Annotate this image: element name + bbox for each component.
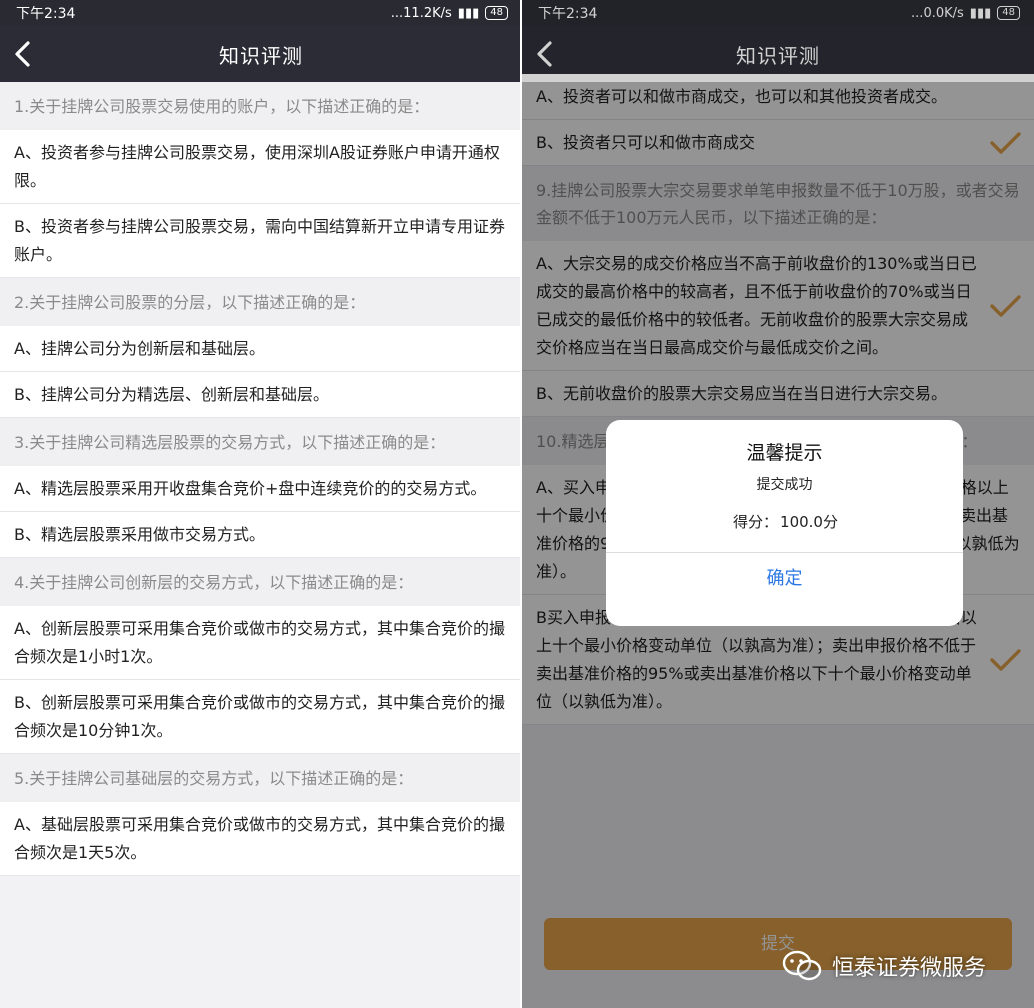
question-text: 5.关于挂牌公司基础层的交易方式，以下描述正确的是： <box>0 754 522 802</box>
nav-bar: 知识评测 <box>0 26 522 82</box>
answer-option[interactable]: A、基础层股票可采用集合竞价或做市的交易方式，其中集合竞价的撮合频次是1天5次。 <box>0 802 522 876</box>
network-speed: ...11.2K/s <box>390 5 452 21</box>
question-label: 3.关于挂牌公司精选层股票的交易方式，以下描述正确的是： <box>14 433 446 452</box>
question-text: 4.关于挂牌公司创新层的交易方式，以下描述正确的是： <box>0 558 522 606</box>
alert-dialog: 温馨提示 提交成功 得分： 100.0分 确定 <box>606 420 963 626</box>
score-value: 100.0分 <box>780 513 838 531</box>
right-screen: 下午2:34 ...0.0K/s ▮▮▮ 48 知识评测 A、投资者可以和做市商… <box>522 0 1034 1008</box>
option-label: A、创新层股票可采用集合竞价或做市的交易方式，其中集合竞价的撮合频次是1小时1次… <box>14 619 505 666</box>
question-label: 5.关于挂牌公司基础层的交易方式，以下描述正确的是： <box>14 769 414 788</box>
page-title: 知识评测 <box>219 43 303 68</box>
left-screen: 下午2:34 ...11.2K/s ▮▮▮ 48 知识评测 1.关于挂牌公司股票… <box>0 0 522 1008</box>
question-list: 1.关于挂牌公司股票交易使用的账户，以下描述正确的是： A、投资者参与挂牌公司股票… <box>0 82 522 876</box>
answer-option[interactable]: B、精选层股票采用做市交易方式。 <box>0 512 522 558</box>
option-label: B、挂牌公司分为精选层、创新层和基础层。 <box>14 385 329 404</box>
watermark-text: 恒泰证券微服务 <box>832 956 987 981</box>
option-label: A、基础层股票可采用集合竞价或做市的交易方式，其中集合竞价的撮合频次是1天5次。 <box>14 815 505 862</box>
option-label: A、精选层股票采用开收盘集合竞价+盘中连续竞价的的交易方式。 <box>14 479 487 498</box>
wechat-icon <box>782 950 822 981</box>
question-label: 2.关于挂牌公司股票的分层，以下描述正确的是： <box>14 293 366 312</box>
answer-option[interactable]: B、挂牌公司分为精选层、创新层和基础层。 <box>0 372 522 418</box>
option-label: B、投资者参与挂牌公司股票交易，需向中国结算新开立申请专用证券账户。 <box>14 217 505 264</box>
dialog-score: 得分： 100.0分 <box>606 502 963 552</box>
score-label: 得分： <box>733 513 779 531</box>
question-label: 4.关于挂牌公司创新层的交易方式，以下描述正确的是： <box>14 573 414 592</box>
signal-icon: ▮▮▮ <box>457 5 480 21</box>
status-icons: ...11.2K/s ▮▮▮ 48 <box>391 6 508 21</box>
option-label: B、精选层股票采用做市交易方式。 <box>14 525 265 544</box>
option-label: A、挂牌公司分为创新层和基础层。 <box>14 339 265 358</box>
answer-option[interactable]: A、精选层股票采用开收盘集合竞价+盘中连续竞价的的交易方式。 <box>0 466 522 512</box>
question-text: 2.关于挂牌公司股票的分层，以下描述正确的是： <box>0 278 522 326</box>
answer-option[interactable]: A、挂牌公司分为创新层和基础层。 <box>0 326 522 372</box>
answer-option[interactable]: B、创新层股票可采用集合竞价或做市的交易方式，其中集合竞价的撮合频次是10分钟1… <box>0 680 522 754</box>
battery-icon: 48 <box>485 6 508 20</box>
status-bar: 下午2:34 ...11.2K/s ▮▮▮ 48 <box>0 0 522 26</box>
dialog-title: 温馨提示 <box>746 442 823 464</box>
modal-backdrop-top <box>522 0 1034 82</box>
option-label: B、创新层股票可采用集合竞价或做市的交易方式，其中集合竞价的撮合频次是10分钟1… <box>14 693 505 740</box>
status-time: 下午2:34 <box>16 6 76 22</box>
answer-option[interactable]: B、投资者参与挂牌公司股票交易，需向中国结算新开立申请专用证券账户。 <box>0 204 522 278</box>
question-text: 3.关于挂牌公司精选层股票的交易方式，以下描述正确的是： <box>0 418 522 466</box>
answer-option[interactable]: A、投资者参与挂牌公司股票交易，使用深圳A股证券账户申请开通权限。 <box>0 130 522 204</box>
chevron-left-icon[interactable] <box>8 38 38 70</box>
watermark: 恒泰证券微服务 <box>782 940 986 992</box>
dialog-message: 提交成功 <box>756 477 813 493</box>
answer-option[interactable]: A、创新层股票可采用集合竞价或做市的交易方式，其中集合竞价的撮合频次是1小时1次… <box>0 606 522 680</box>
confirm-button[interactable]: 确定 <box>606 552 963 626</box>
question-label: 1.关于挂牌公司股票交易使用的账户，以下描述正确的是： <box>14 97 430 116</box>
question-text: 1.关于挂牌公司股票交易使用的账户，以下描述正确的是： <box>0 82 522 130</box>
option-label: A、投资者参与挂牌公司股票交易，使用深圳A股证券账户申请开通权限。 <box>14 143 500 190</box>
